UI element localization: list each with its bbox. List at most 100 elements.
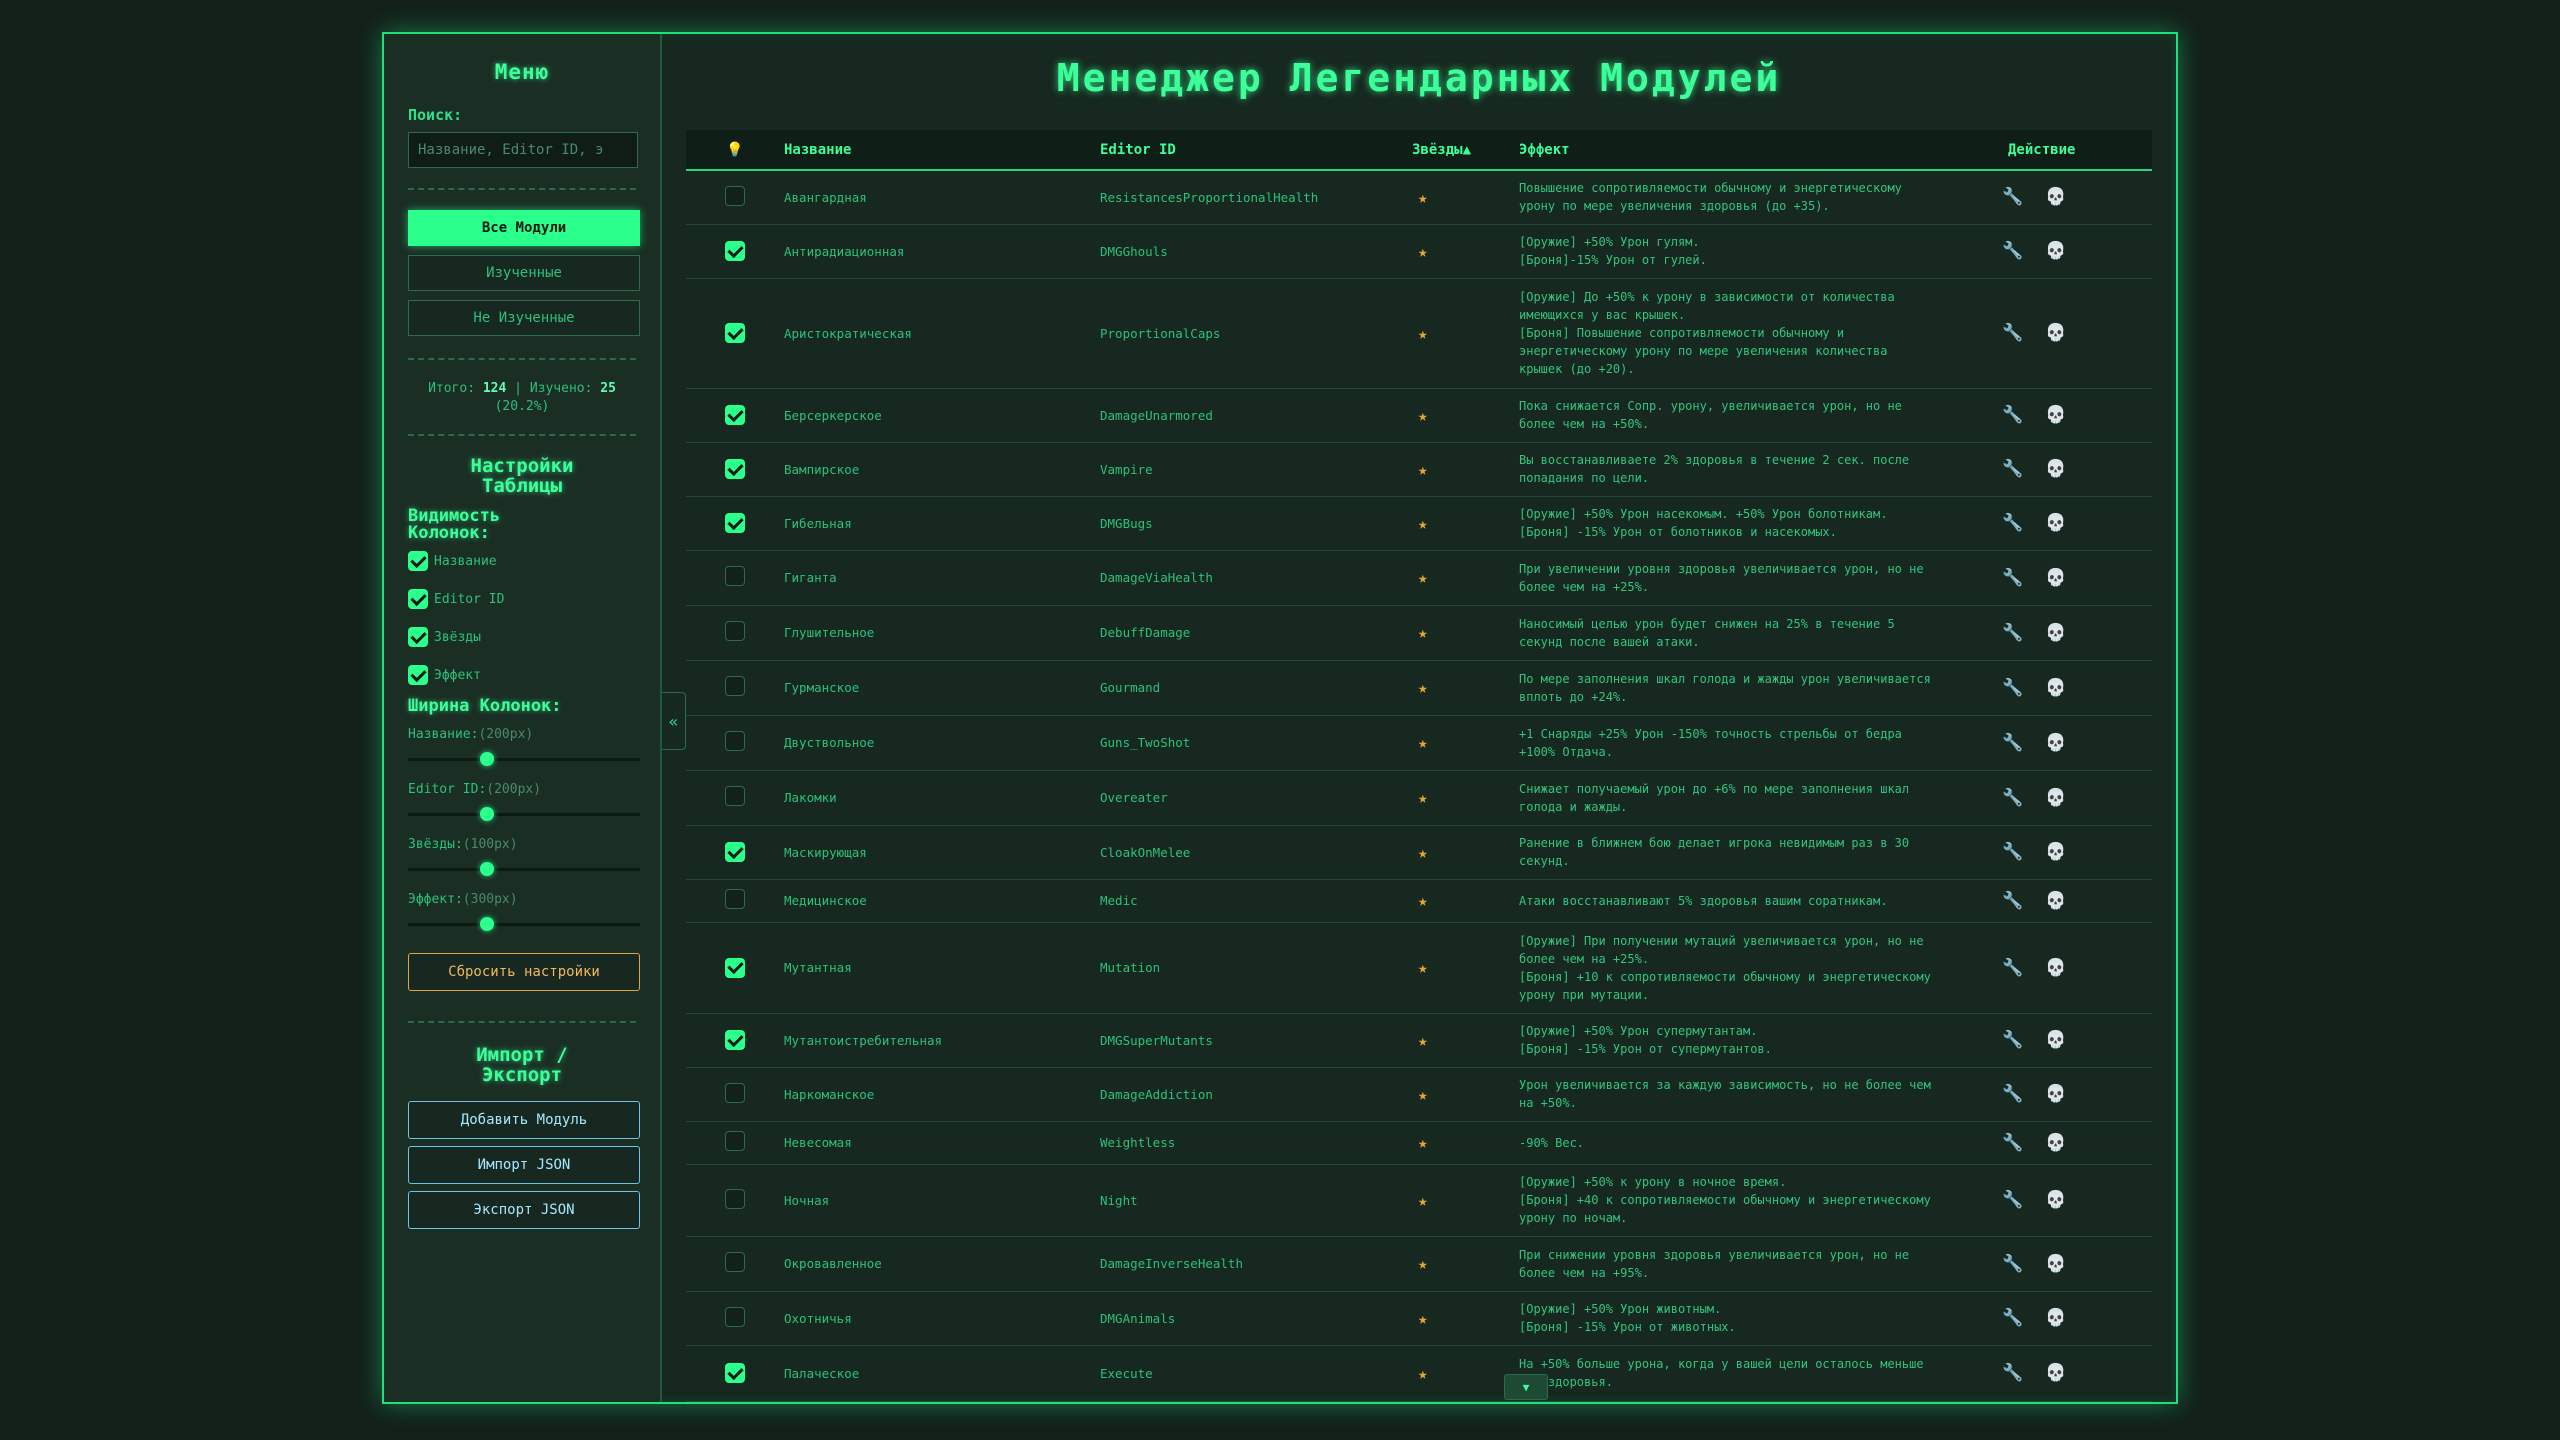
wrench-icon[interactable]: 🔧 [2002,1190,2023,1210]
column-header-name[interactable]: Название [784,130,1100,170]
width-slider[interactable] [408,858,640,880]
scroll-down-button[interactable]: ▼ [1504,1374,1548,1400]
learned-checkbox[interactable] [725,621,745,641]
divider [408,1021,636,1023]
wrench-icon[interactable]: 🔧 [2002,1030,2023,1050]
skull-icon[interactable]: 💀 [2045,678,2066,698]
visibility-option[interactable]: Звёзды [408,618,636,656]
width-slider[interactable] [408,913,640,935]
search-input[interactable] [408,132,638,168]
visibility-option[interactable]: Эффект [408,656,636,694]
wrench-icon[interactable]: 🔧 [2002,733,2023,753]
learned-checkbox[interactable] [725,889,745,909]
module-editor-id: DamageViaHealth [1100,550,1392,606]
learned-checkbox[interactable] [725,786,745,806]
visibility-checkbox[interactable] [408,627,428,647]
skull-icon[interactable]: 💀 [2045,323,2066,343]
learned-checkbox[interactable] [725,1188,745,1209]
wrench-icon[interactable]: 🔧 [2002,1363,2023,1383]
visibility-checkbox[interactable] [408,551,428,571]
skull-icon[interactable]: 💀 [2045,1363,2066,1383]
skull-icon[interactable]: 💀 [2045,1254,2066,1274]
learned-checkbox[interactable] [725,676,745,696]
wrench-icon[interactable]: 🔧 [2002,788,2023,808]
learned-checkbox[interactable] [725,513,745,533]
skull-icon[interactable]: 💀 [2045,241,2066,261]
wrench-icon[interactable]: 🔧 [2002,891,2023,911]
width-slider[interactable] [408,748,640,770]
skull-icon[interactable]: 💀 [2045,733,2066,753]
skull-icon[interactable]: 💀 [2045,891,2066,911]
wrench-icon[interactable]: 🔧 [2002,187,2023,207]
learned-checkbox[interactable] [725,1306,745,1327]
learned-checkbox[interactable] [725,1030,745,1050]
visibility-checkbox[interactable] [408,665,428,685]
skull-icon[interactable]: 💀 [2045,842,2066,862]
learned-checkbox[interactable] [725,185,745,206]
skull-icon[interactable]: 💀 [2045,187,2066,207]
export-json-button[interactable]: Экспорт JSON [408,1191,640,1229]
action-cell: 🔧 💀 [1994,170,2152,225]
width-slider[interactable] [408,803,640,825]
slider-thumb[interactable] [479,807,494,821]
wrench-icon[interactable]: 🔧 [2002,405,2023,425]
wrench-icon[interactable]: 🔧 [2002,842,2023,862]
reset-settings-button[interactable]: Сбросить настройки [408,953,640,991]
skull-icon[interactable]: 💀 [2045,1133,2066,1153]
slider-track[interactable] [408,758,640,761]
column-header-stars[interactable]: Звёзды▲ [1392,130,1519,170]
column-header-editor-id[interactable]: Editor ID [1100,130,1392,170]
learned-checkbox[interactable] [725,842,745,862]
add-module-button[interactable]: Добавить Модуль [408,1101,640,1139]
slider-track[interactable] [408,813,640,816]
filter-learned-button[interactable]: Изученные [408,255,640,291]
learned-checkbox[interactable] [725,405,745,425]
skull-icon[interactable]: 💀 [2045,1190,2066,1210]
skull-icon[interactable]: 💀 [2045,958,2066,978]
wrench-icon[interactable]: 🔧 [2002,678,2023,698]
learned-checkbox[interactable] [725,323,745,343]
module-name: Окровавленное [784,1236,1100,1292]
wrench-icon[interactable]: 🔧 [2002,1084,2023,1104]
filter-unlearned-button[interactable]: Не Изученные [408,300,640,336]
learned-checkbox[interactable] [725,1363,745,1383]
learned-checkbox[interactable] [725,1131,745,1151]
skull-icon[interactable]: 💀 [2045,1084,2066,1104]
wrench-icon[interactable]: 🔧 [2002,1308,2023,1328]
skull-icon[interactable]: 💀 [2045,513,2066,533]
column-header-effect[interactable]: Эффект [1519,130,1994,170]
wrench-icon[interactable]: 🔧 [2002,1254,2023,1274]
learned-checkbox[interactable] [725,957,745,978]
wrench-icon[interactable]: 🔧 [2002,459,2023,479]
wrench-icon[interactable]: 🔧 [2002,623,2023,643]
learned-checkbox[interactable] [725,566,745,586]
wrench-icon[interactable]: 🔧 [2002,241,2023,261]
visibility-option[interactable]: Название [408,542,636,580]
skull-icon[interactable]: 💀 [2045,459,2066,479]
learned-checkbox[interactable] [725,459,745,479]
learned-checkbox[interactable] [725,1252,745,1272]
import-json-button[interactable]: Импорт JSON [408,1146,640,1184]
wrench-icon[interactable]: 🔧 [2002,513,2023,533]
filter-all-button[interactable]: Все Модули [408,210,640,246]
visibility-option[interactable]: Editor ID [408,580,636,618]
wrench-icon[interactable]: 🔧 [2002,323,2023,343]
slider-track[interactable] [408,868,640,871]
skull-icon[interactable]: 💀 [2045,1030,2066,1050]
learned-checkbox[interactable] [725,1082,745,1103]
wrench-icon[interactable]: 🔧 [2002,1133,2023,1153]
slider-thumb[interactable] [479,752,494,766]
skull-icon[interactable]: 💀 [2045,788,2066,808]
wrench-icon[interactable]: 🔧 [2002,568,2023,588]
wrench-icon[interactable]: 🔧 [2002,958,2023,978]
skull-icon[interactable]: 💀 [2045,623,2066,643]
slider-track[interactable] [408,923,640,926]
slider-thumb[interactable] [479,917,494,931]
learned-checkbox[interactable] [725,731,745,751]
visibility-checkbox[interactable] [408,589,428,609]
skull-icon[interactable]: 💀 [2045,405,2066,425]
skull-icon[interactable]: 💀 [2045,1308,2066,1328]
skull-icon[interactable]: 💀 [2045,568,2066,588]
slider-thumb[interactable] [479,862,494,876]
learned-checkbox[interactable] [725,241,745,261]
